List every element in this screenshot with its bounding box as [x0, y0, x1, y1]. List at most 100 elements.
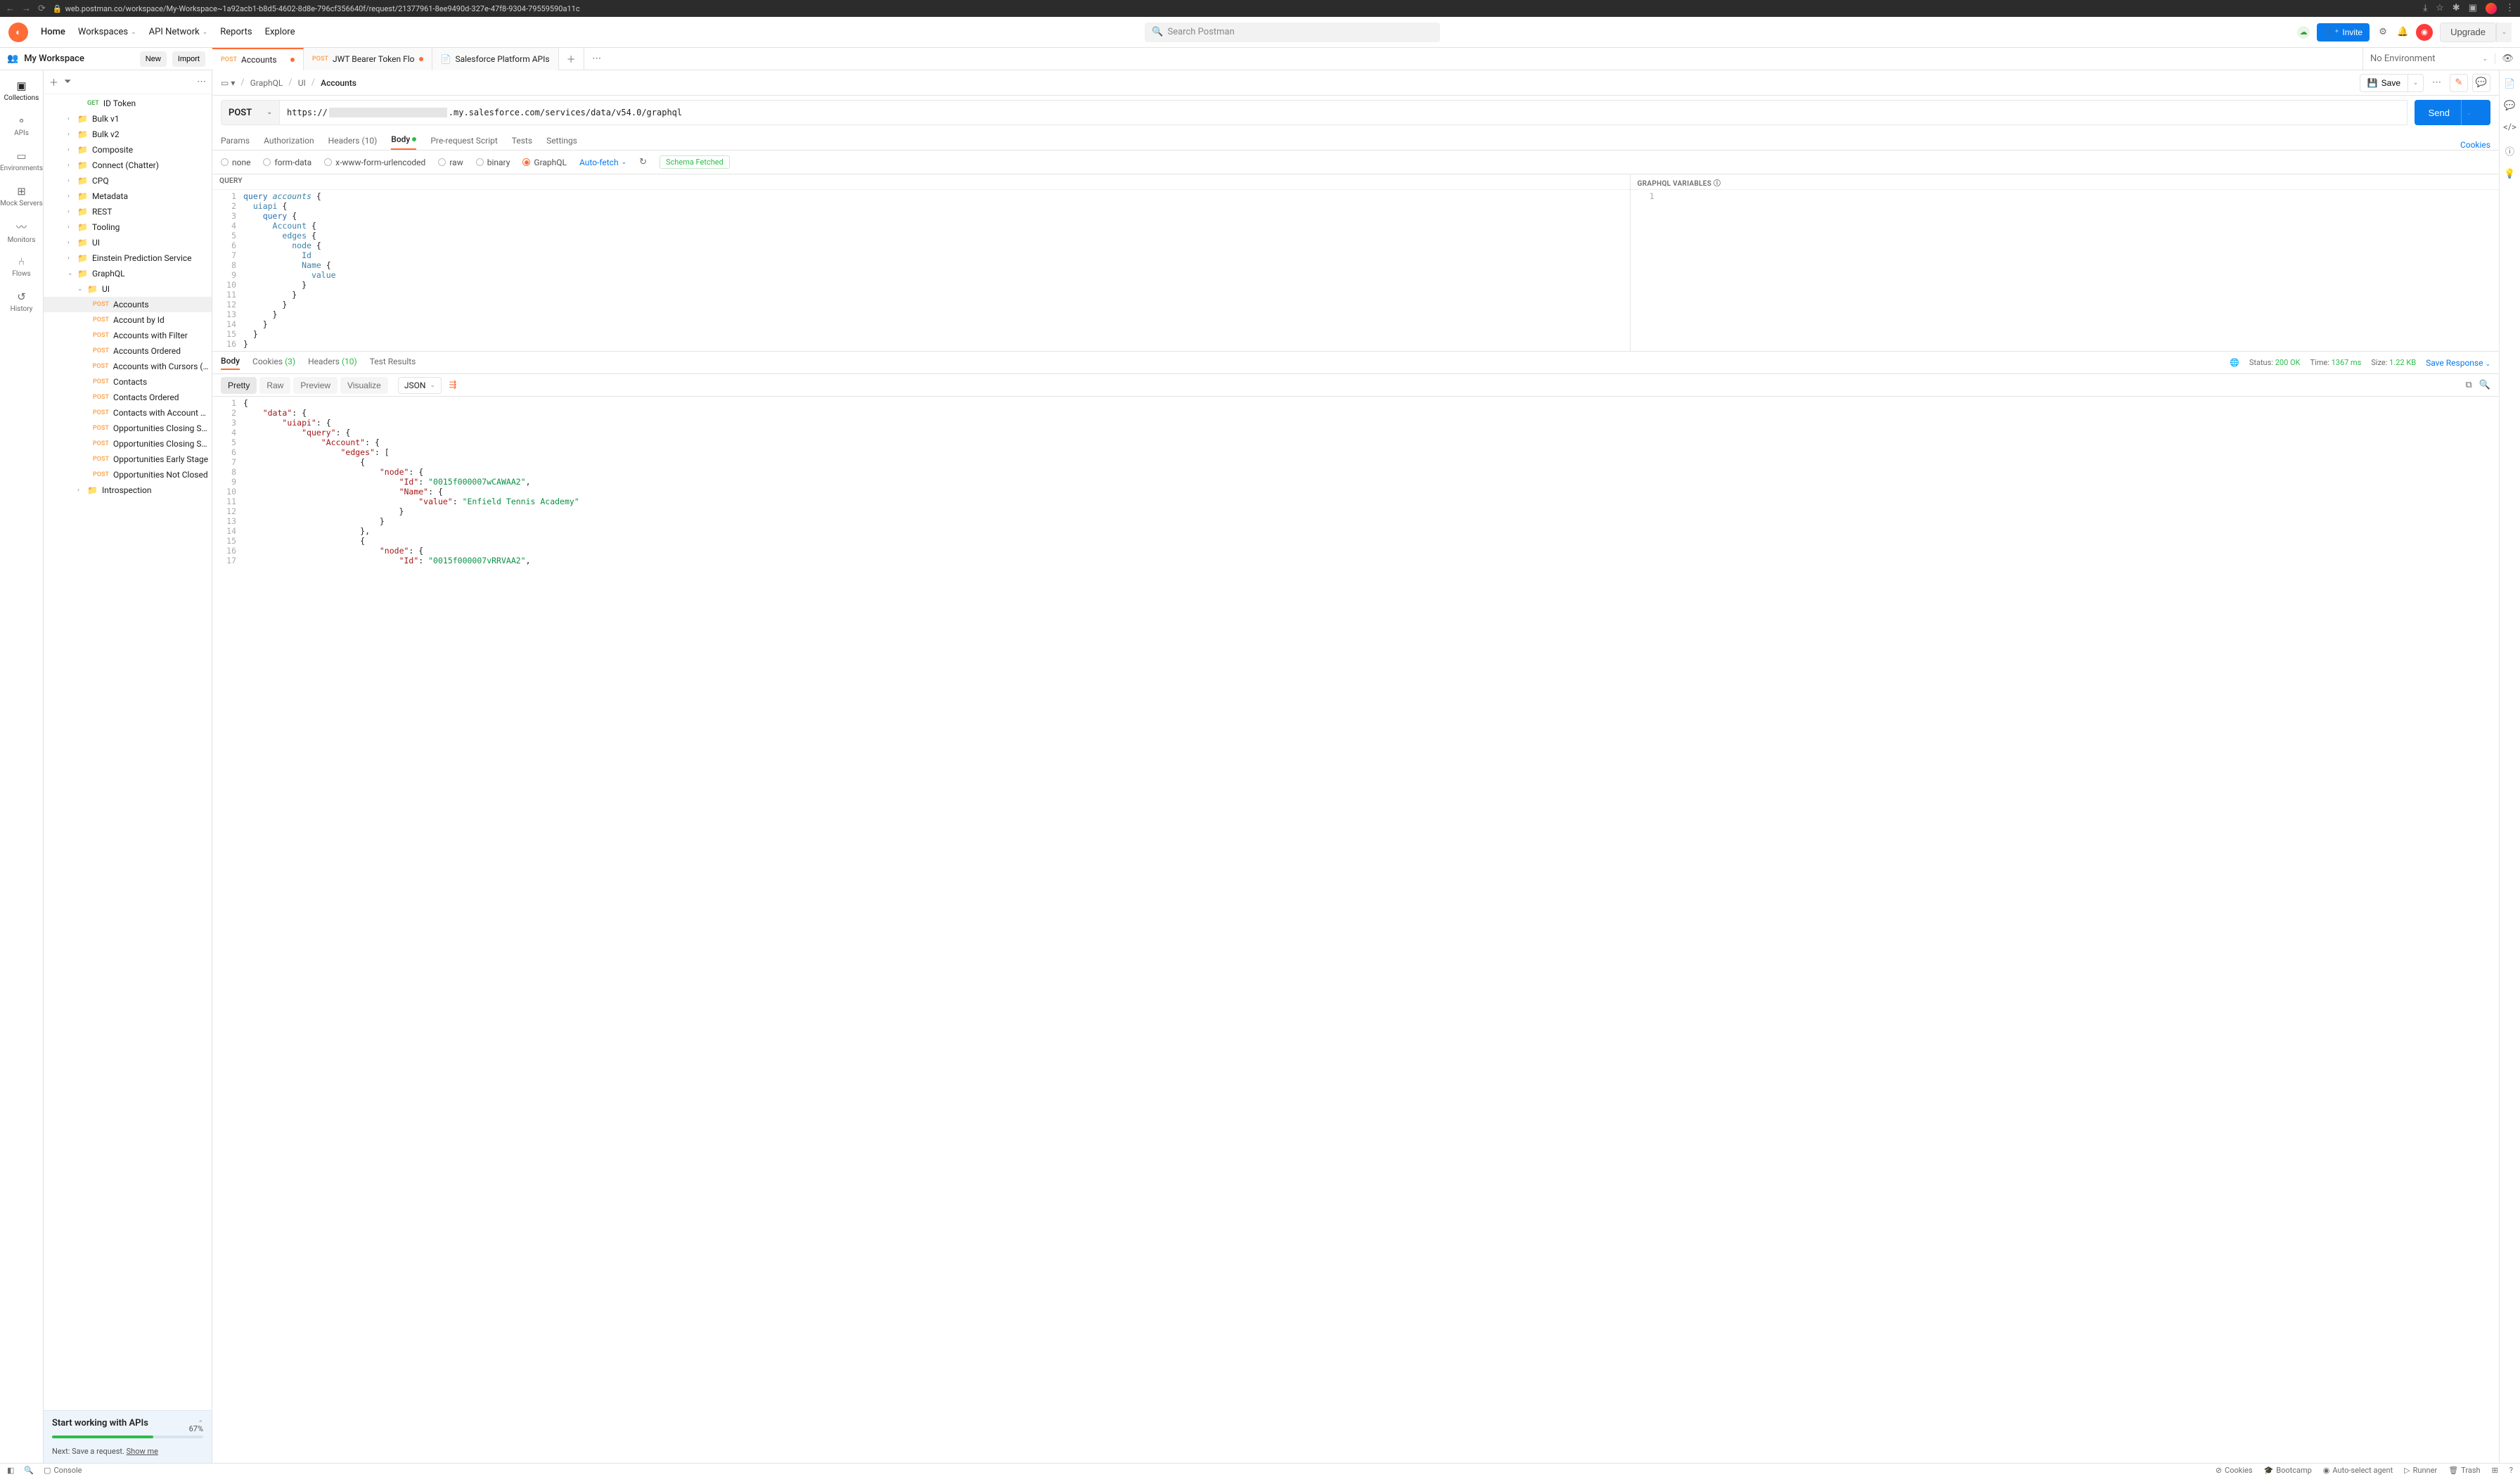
- tree-request[interactable]: POSTContacts Ordered: [44, 390, 212, 405]
- edit-icon[interactable]: ✎: [2450, 74, 2468, 92]
- tree-request[interactable]: POSTAccounts with Filter: [44, 328, 212, 343]
- documentation-icon[interactable]: 📄: [2504, 79, 2515, 89]
- expand-icon[interactable]: ⌄: [68, 270, 73, 277]
- view-pretty[interactable]: Pretty: [221, 377, 257, 394]
- tree-folder[interactable]: ›📁Metadata: [44, 188, 212, 204]
- user-avatar[interactable]: ◉: [2416, 24, 2433, 41]
- nav-api-network[interactable]: API Network ⌄: [149, 27, 208, 37]
- tree-request[interactable]: POSTAccount by Id: [44, 312, 212, 328]
- expand-icon[interactable]: ⌄: [77, 286, 83, 293]
- expand-icon[interactable]: ›: [68, 224, 73, 231]
- save-button[interactable]: 💾Save: [2360, 74, 2408, 92]
- tree-folder[interactable]: ›📁Introspection: [44, 482, 212, 498]
- tree-request[interactable]: GETID Token: [44, 96, 212, 111]
- body-type-graphql[interactable]: GraphQL: [522, 158, 567, 167]
- save-response-dropdown[interactable]: Save Response ⌄: [2426, 358, 2490, 368]
- tab-actions-icon[interactable]: ⋯: [584, 48, 610, 70]
- tab-authorization[interactable]: Authorization: [264, 136, 314, 150]
- expand-icon[interactable]: ›: [77, 487, 83, 494]
- expand-icon[interactable]: ›: [68, 162, 73, 169]
- more-actions-icon[interactable]: ⋯: [2432, 77, 2441, 88]
- rail-mock-servers[interactable]: ⊞Mock Servers: [0, 179, 43, 214]
- split-pane-icon[interactable]: ◧: [7, 1466, 14, 1475]
- workspace-name[interactable]: My Workspace: [24, 53, 134, 64]
- tree-folder[interactable]: ›📁Composite: [44, 142, 212, 158]
- import-button[interactable]: Import: [172, 51, 205, 67]
- tree-folder[interactable]: ›📁CPQ: [44, 173, 212, 188]
- tree-request[interactable]: POSTAccounts: [44, 297, 212, 312]
- tree-folder[interactable]: ›📁Bulk v2: [44, 127, 212, 142]
- footer-trash[interactable]: 🗑 Trash: [2448, 1466, 2480, 1475]
- save-dropdown[interactable]: ⌄: [2408, 74, 2424, 92]
- expand-icon[interactable]: ›: [68, 255, 73, 262]
- resp-tab-body[interactable]: Body: [221, 356, 240, 370]
- tree-folder[interactable]: ›📁Tooling: [44, 219, 212, 235]
- info-icon[interactable]: ⓘ: [2505, 144, 2514, 158]
- tree-folder[interactable]: ›📁Bulk v1: [44, 111, 212, 127]
- expand-icon[interactable]: ›: [68, 131, 73, 138]
- upgrade-button[interactable]: Upgrade: [2440, 23, 2496, 42]
- tree-request[interactable]: POSTOpportunities Early Stage: [44, 452, 212, 467]
- tree-request[interactable]: POSTContacts: [44, 374, 212, 390]
- view-visualize[interactable]: Visualize: [340, 377, 388, 394]
- search-input[interactable]: 🔍 Search Postman: [1145, 23, 1440, 42]
- body-type-binary[interactable]: binary: [476, 158, 510, 167]
- rail-flows[interactable]: ⑃Flows: [0, 249, 43, 284]
- invite-button[interactable]: 👤⁺Invite: [2317, 23, 2370, 41]
- language-select[interactable]: JSON ⌄: [398, 377, 442, 394]
- extensions-icon[interactable]: ✱: [2452, 3, 2460, 14]
- comments-icon[interactable]: 💬: [2504, 101, 2515, 111]
- address-bar[interactable]: 🔒web.postman.co/workspace/My-Workspace~1…: [53, 4, 2416, 13]
- auto-fetch-dropdown[interactable]: Auto-fetch ⌄: [579, 158, 626, 167]
- body-type-form-data[interactable]: form-data: [263, 158, 311, 167]
- footer-layout-icon[interactable]: ⊞: [2492, 1466, 2498, 1475]
- tree-request[interactable]: POSTOpportunities Closing So...: [44, 436, 212, 452]
- expand-icon[interactable]: ›: [68, 177, 73, 184]
- expand-icon[interactable]: ›: [68, 146, 73, 153]
- expand-icon[interactable]: ›: [68, 239, 73, 246]
- footer-runner[interactable]: ▷ Runner: [2404, 1466, 2437, 1475]
- install-icon[interactable]: ⤓: [2423, 3, 2427, 14]
- sidebar-more-icon[interactable]: ⋯: [197, 77, 206, 87]
- star-icon[interactable]: ☆: [2436, 3, 2444, 14]
- reload-icon[interactable]: ⟳: [38, 4, 46, 14]
- tree-folder[interactable]: ⌄📁UI: [44, 281, 212, 297]
- new-button[interactable]: New: [140, 51, 167, 67]
- resp-tab-test-results[interactable]: Test Results: [370, 357, 416, 369]
- sync-status-icon[interactable]: ☁: [2297, 26, 2310, 39]
- tab-headers[interactable]: Headers (10): [328, 136, 378, 150]
- environment-selector[interactable]: No Environment ⌄: [2362, 48, 2495, 70]
- footer-cookies[interactable]: ⊘ Cookies: [2216, 1466, 2253, 1475]
- console-toggle[interactable]: ▢ Console: [44, 1466, 82, 1475]
- tree-folder[interactable]: ⌄📁GraphQL: [44, 266, 212, 281]
- chrome-profile-avatar[interactable]: [2486, 3, 2497, 14]
- response-body[interactable]: 1{2 "data": {3 "uiapi": {4 "query": {5 "…: [212, 397, 2499, 1463]
- url-input[interactable]: https://.my.salesforce.com/services/data…: [280, 100, 2408, 125]
- nav-reports[interactable]: Reports: [220, 27, 252, 37]
- resp-tab-headers[interactable]: Headers (10): [308, 357, 357, 369]
- tabs-icon[interactable]: ▣: [2469, 3, 2477, 14]
- resp-tab-cookies[interactable]: Cookies (3): [252, 357, 295, 369]
- expand-icon[interactable]: ›: [68, 193, 73, 200]
- tab-tests[interactable]: Tests: [512, 136, 532, 150]
- breadcrumb-part[interactable]: GraphQL: [250, 78, 283, 88]
- create-new-icon[interactable]: ＋: [49, 75, 58, 89]
- filter-icon[interactable]: ⏷: [64, 77, 71, 87]
- request-tab[interactable]: 📄Salesforce Platform APIs: [432, 48, 559, 70]
- variables-editor[interactable]: 1: [1631, 190, 2499, 351]
- send-button[interactable]: Send ⌄: [2415, 100, 2490, 125]
- rail-history[interactable]: ↺History: [0, 284, 43, 319]
- tree-folder[interactable]: ›📁UI: [44, 235, 212, 250]
- wrap-lines-icon[interactable]: ⇶: [444, 377, 461, 394]
- code-icon[interactable]: </>: [2503, 122, 2516, 133]
- notifications-icon[interactable]: 🔔: [2396, 26, 2409, 39]
- search-response-icon[interactable]: 🔍: [2479, 380, 2490, 390]
- related-icon[interactable]: 💡: [2504, 169, 2515, 179]
- expand-icon[interactable]: ›: [68, 208, 73, 215]
- breadcrumb-part[interactable]: UI: [298, 78, 306, 88]
- nav-home[interactable]: Home: [41, 27, 65, 37]
- send-dropdown[interactable]: ⌄: [2461, 100, 2476, 125]
- refresh-schema-icon[interactable]: ↻: [639, 157, 647, 167]
- tree-folder[interactable]: ›📁Connect (Chatter): [44, 158, 212, 173]
- rail-monitors[interactable]: 〰Monitors: [0, 214, 43, 249]
